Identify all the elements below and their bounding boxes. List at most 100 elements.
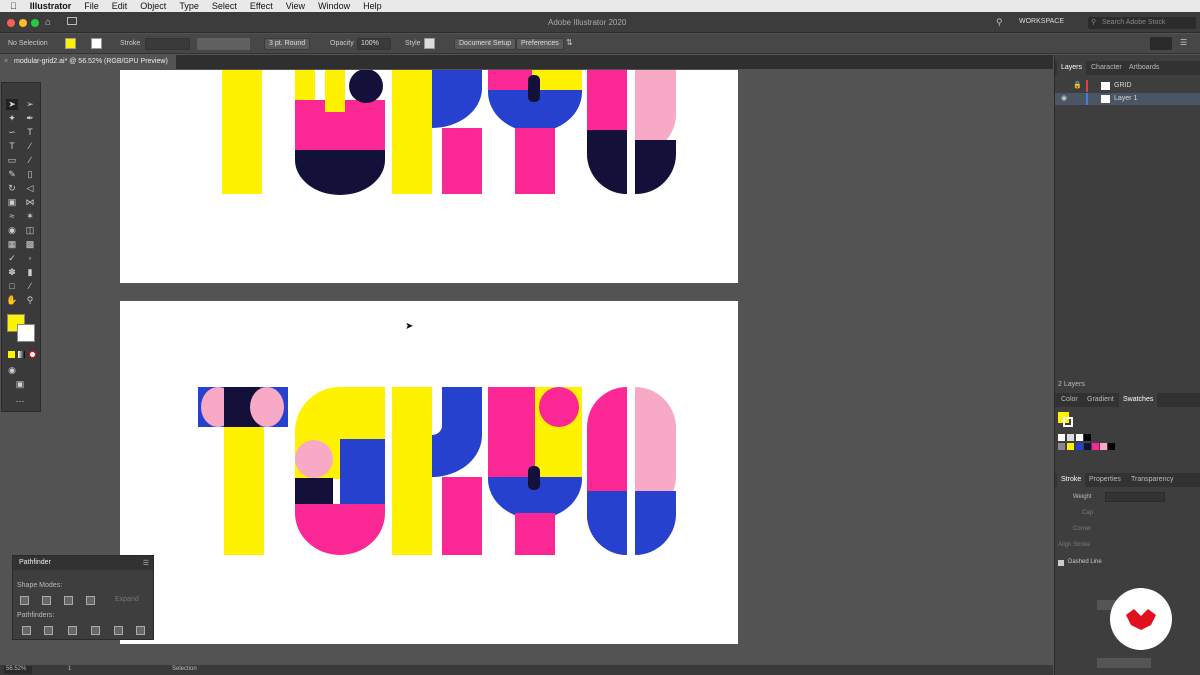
opacity-label[interactable]: Opacity — [330, 40, 354, 47]
rectangle-tool-icon[interactable]: ▭ — [6, 155, 18, 166]
tab-gradient[interactable]: Gradient — [1083, 393, 1118, 407]
intersect-button[interactable] — [64, 596, 73, 605]
profile-field[interactable] — [1097, 658, 1151, 668]
divide-button[interactable] — [22, 626, 31, 635]
warp-tool-icon[interactable]: ≈ — [6, 211, 18, 222]
swatch-navy[interactable] — [1084, 443, 1091, 450]
letter-k-magenta-leg[interactable] — [442, 128, 482, 194]
zoom-window-button[interactable] — [31, 19, 39, 27]
perspective-grid-tool-icon[interactable]: ▦ — [6, 239, 18, 250]
letter-y-magenta-left[interactable] — [488, 387, 535, 477]
shape-builder-tool-icon[interactable]: ◉ — [6, 225, 18, 236]
type-tool-icon[interactable]: T — [6, 141, 18, 152]
live-paint-tool-icon[interactable]: ◫ — [24, 225, 36, 236]
symbol-sprayer-tool-icon[interactable]: ✽ — [6, 267, 18, 278]
letter-o2-navy-bottom-right[interactable] — [635, 140, 676, 195]
letter-y-magenta-dot[interactable] — [539, 387, 579, 427]
paintbrush-tool-icon[interactable]: ∕ — [24, 155, 36, 166]
menu-file[interactable]: File — [84, 1, 99, 11]
menu-select[interactable]: Select — [212, 1, 237, 11]
menu-view[interactable]: View — [286, 1, 305, 11]
artboard-tool-icon[interactable]: □ — [6, 281, 18, 292]
document-setup-button[interactable]: Document Setup — [454, 38, 517, 50]
reflect-tool-icon[interactable]: ◁ — [24, 183, 36, 194]
arrange-documents-icon[interactable] — [67, 17, 77, 25]
workspace-switcher[interactable]: WORKSPACE — [1019, 18, 1064, 25]
arrange-icon[interactable]: ⇅ — [566, 38, 573, 47]
outline-button[interactable] — [114, 626, 123, 635]
panel-menu-icon[interactable]: ☰ — [143, 559, 149, 567]
letter-y-magenta-stem[interactable] — [515, 513, 555, 555]
fill-color-swatch[interactable] — [65, 38, 76, 49]
layer-name-grid[interactable]: GRID — [1114, 80, 1132, 92]
bulb-icon[interactable]: ⚲ — [996, 17, 1003, 28]
swatch-blue[interactable] — [1076, 443, 1083, 450]
letter-o-navy-block[interactable] — [295, 478, 333, 504]
letter-t-stem[interactable] — [222, 70, 262, 194]
column-graph-tool-icon[interactable]: ▮ — [24, 267, 36, 278]
letter-o-yellow-top[interactable] — [325, 70, 345, 112]
letter-k-blue-arm[interactable] — [432, 70, 482, 129]
more-tools-icon[interactable]: ⋯ — [14, 396, 26, 407]
letter-o2-navy-bottom-left[interactable] — [587, 130, 627, 194]
letter-k-magenta-leg[interactable] — [442, 477, 482, 555]
menu-effect[interactable]: Effect — [250, 1, 273, 11]
color-mode-button[interactable] — [8, 351, 15, 358]
pen-tool-icon[interactable]: ✒ — [24, 113, 36, 124]
tab-swatches[interactable]: Swatches — [1119, 393, 1158, 407]
home-icon[interactable]: ⌂ — [45, 17, 51, 28]
eyedropper-tool-icon[interactable]: ✓ — [6, 253, 18, 264]
letter-o-navy-dot[interactable] — [349, 70, 383, 103]
selection-tool-icon[interactable]: ➤ — [6, 99, 18, 110]
zoom-tool-icon[interactable]: ⚲ — [24, 295, 36, 306]
screen-mode-icon[interactable]: ▣ — [14, 379, 26, 390]
width-tool-icon[interactable]: ⋈ — [24, 197, 36, 208]
scale-tool-icon[interactable]: ▣ — [6, 197, 18, 208]
none-mode-button[interactable] — [29, 351, 36, 358]
swatch-yellow[interactable] — [1067, 443, 1074, 450]
layer-name-layer-1[interactable]: Layer 1 — [1114, 93, 1137, 105]
tab-transparency[interactable]: Transparency — [1127, 473, 1178, 487]
panel-toggle-button[interactable] — [1150, 37, 1172, 50]
hand-tool-icon[interactable]: ✋ — [6, 295, 18, 306]
curvature-tool-icon[interactable]: ∽ — [6, 127, 18, 138]
lock-icon[interactable]: 🔒 — [1073, 80, 1082, 92]
layer-row-grid[interactable]: 🔒 GRID — [1055, 80, 1200, 92]
letter-k-blue-arm[interactable] — [432, 387, 482, 477]
gradient-mode-button[interactable] — [18, 351, 25, 358]
menu-help[interactable]: Help — [363, 1, 382, 11]
swatch-registration[interactable] — [1067, 434, 1074, 441]
letter-o2-blue-bottom-right[interactable] — [635, 491, 676, 555]
letter-t-pink-right[interactable] — [250, 387, 284, 427]
letter-o-navy-bowl[interactable] — [295, 150, 385, 195]
tab-stroke[interactable]: Stroke — [1057, 473, 1086, 487]
slice-tool-icon[interactable]: ∕ — [24, 281, 36, 292]
line-tool-icon[interactable]: ∕ — [24, 141, 36, 152]
draw-mode-icon[interactable]: ◉ — [6, 365, 18, 376]
letter-o2-blue-bottom-left[interactable] — [587, 491, 627, 555]
swatch-white[interactable] — [1076, 434, 1083, 441]
dashed-line-checkbox[interactable] — [1058, 560, 1064, 566]
letter-y-magenta-stem[interactable] — [515, 128, 555, 194]
tab-properties[interactable]: Properties — [1085, 473, 1125, 487]
minus-front-button[interactable] — [42, 596, 51, 605]
tab-character[interactable]: Character — [1087, 61, 1126, 75]
tab-color[interactable]: Color — [1057, 393, 1082, 407]
stroke-weight-field[interactable] — [1105, 492, 1165, 502]
swatch-group-folder[interactable] — [1058, 443, 1065, 450]
graphic-style-swatch[interactable] — [424, 38, 435, 49]
stroke-swatch[interactable] — [17, 324, 35, 342]
menu-icon[interactable]: ☰ — [1180, 38, 1187, 47]
menu-type[interactable]: Type — [179, 1, 199, 11]
swatch-black[interactable] — [1084, 434, 1091, 441]
letter-o-pink-dot[interactable] — [295, 440, 333, 478]
stroke-proxy[interactable] — [1063, 417, 1073, 427]
artboard-number-field[interactable]: 1 — [68, 666, 71, 672]
minus-back-button[interactable] — [136, 626, 145, 635]
merge-button[interactable] — [68, 626, 77, 635]
visibility-eye-icon[interactable]: ◉ — [1061, 93, 1067, 105]
letter-k-stem[interactable] — [392, 70, 432, 194]
letter-k-stem[interactable] — [392, 387, 432, 555]
letter-y-navy-bar[interactable] — [528, 75, 540, 102]
rotate-tool-icon[interactable]: ↻ — [6, 183, 18, 194]
